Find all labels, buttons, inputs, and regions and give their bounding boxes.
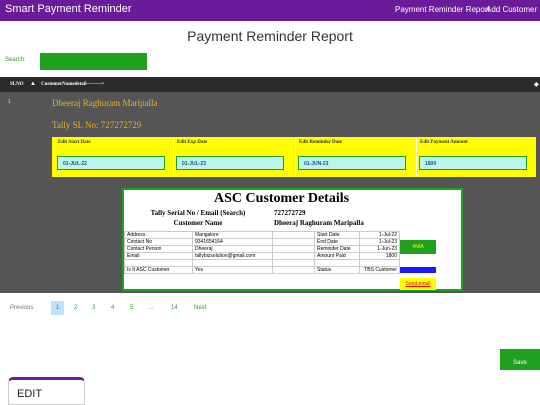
detail-key [124, 259, 193, 267]
customer-name: Dheeraj Raghuram Maripalla [52, 98, 158, 108]
detail-value: Dheeraj [192, 245, 273, 253]
edit-label: EDIT [17, 388, 43, 400]
details-title: ASC Customer Details [214, 191, 350, 206]
detail-key: End Date [314, 238, 360, 246]
page-5-button[interactable]: 5 [130, 305, 133, 311]
sort-asc-icon[interactable]: ▲ [30, 81, 36, 87]
edit-payment-amount-input[interactable]: 1800 [419, 156, 527, 170]
detail-value [192, 259, 273, 267]
detail-spacer [272, 245, 315, 253]
detail-value: TBS Customer [359, 266, 400, 274]
detail-key: Contact No [124, 238, 193, 246]
edit-button[interactable]: EDIT [8, 377, 85, 405]
column-divider [173, 138, 174, 176]
serial-value: 727272729 [274, 209, 306, 217]
detail-value: tallybizsolution@gmail.com [192, 252, 273, 260]
page-2-button[interactable]: 2 [74, 305, 77, 311]
edit-exp-date-input[interactable]: 01-JUL-23 [176, 156, 284, 170]
detail-key: Amount Paid [314, 252, 360, 260]
edit-payment-amount-label: Edit Payment Amount [420, 140, 468, 145]
table-row: Address Mangalore Start Date 1-Jul-22 [124, 231, 400, 239]
tally-serial: Tally SL No: 727272729 [52, 120, 142, 130]
detail-key [314, 259, 360, 267]
detail-spacer [272, 252, 315, 260]
detail-value [359, 259, 400, 267]
table-row: Email tallybizsolution@gmail.com Amount … [124, 252, 400, 260]
top-bar: Smart Payment Reminder Payment Reminder … [0, 0, 540, 21]
detail-value: 1800 [359, 252, 400, 260]
page-4-button[interactable]: 4 [111, 305, 114, 311]
row-number: 1 [8, 99, 11, 105]
asc-customer-details: ASC Customer Details Tally Serial No / E… [122, 188, 463, 291]
pagination-next[interactable]: Next [194, 305, 206, 311]
detail-spacer [272, 259, 315, 267]
pagination-previous[interactable]: Previous [10, 305, 33, 311]
app-title: Smart Payment Reminder [5, 3, 132, 15]
edit-reminder-date-label: Edit Reminder Date [299, 140, 342, 145]
status-badge: #N/A [400, 240, 436, 254]
nav-add-customer[interactable]: Add Customer [486, 5, 537, 14]
edit-start-date-label: Edit Start Date [58, 140, 91, 145]
sort-both-icon[interactable]: ◆ [534, 81, 539, 88]
table-row: Contact Person Dheeraj Reminder Date 1-J… [124, 245, 400, 253]
nav-payment-reminder-report[interactable]: Payment Reminder Report [395, 5, 490, 14]
table-row [124, 259, 400, 267]
page-title: Payment Reminder Report [187, 28, 353, 44]
detail-key: Email [124, 252, 193, 260]
detail-key: Reminder Date [314, 245, 360, 253]
detail-value: 1-Jul-22 [359, 231, 400, 239]
detail-value: 1-Jun-23 [359, 245, 400, 253]
detail-spacer [272, 238, 315, 246]
detail-key: Contact Person [124, 245, 193, 253]
pagination: Previous 1 2 3 4 5 … 14 Next [0, 301, 540, 321]
detail-spacer [272, 231, 315, 239]
save-button[interactable]: Save [500, 349, 540, 370]
column-divider [416, 138, 417, 176]
edit-start-date-input[interactable]: 01-JUL-22 [57, 156, 165, 170]
report-table: SLNO ▲ CustomerNamedetail———> ◆ 1 Dheera… [0, 77, 540, 293]
header-customer-detail[interactable]: CustomerNamedetail———> [41, 82, 104, 87]
page-14-button[interactable]: 14 [171, 305, 178, 311]
page-1-button[interactable]: 1 [51, 301, 64, 315]
table-header: SLNO ▲ CustomerNamedetail———> ◆ [0, 77, 540, 92]
table-row: Contact No 9341654164 End Date 1-Jul-23 [124, 238, 400, 246]
table-row: Is It ASC Customer Yes Status TBS Custom… [124, 266, 400, 274]
column-divider [295, 138, 296, 176]
send-email-button[interactable]: Send email [400, 278, 436, 290]
name-value: Dheeraj Raghuram Maripalla [274, 219, 364, 227]
detail-value: Mangalore [192, 231, 273, 239]
detail-value: 9341654164 [192, 238, 273, 246]
detail-key: Is It ASC Customer [124, 266, 193, 274]
status-indicator [400, 267, 436, 273]
detail-key: Status [314, 266, 360, 274]
search-input[interactable] [40, 53, 147, 70]
page-3-button[interactable]: 3 [92, 305, 95, 311]
detail-key: Address [124, 231, 193, 239]
search-label: Search: [5, 57, 26, 63]
details-grid: Address Mangalore Start Date 1-Jul-22 Co… [124, 231, 400, 274]
edit-reminder-date-input[interactable]: 01-JUN-23 [298, 156, 406, 170]
edit-exp-date-label: Edit Exp Date [177, 140, 208, 145]
serial-label: Tally Serial No / Email (Search) [150, 209, 246, 217]
edit-fields-strip: Edit Start Date 01-JUL-22 Edit Exp Date … [52, 137, 536, 177]
detail-value: 1-Jul-23 [359, 238, 400, 246]
pagination-ellipsis: … [148, 305, 154, 311]
detail-spacer [272, 266, 315, 274]
name-label: Customer Name [173, 219, 223, 227]
detail-value: Yes [192, 266, 273, 274]
header-sl-no[interactable]: SLNO [10, 82, 24, 87]
detail-key: Start Date [314, 231, 360, 239]
